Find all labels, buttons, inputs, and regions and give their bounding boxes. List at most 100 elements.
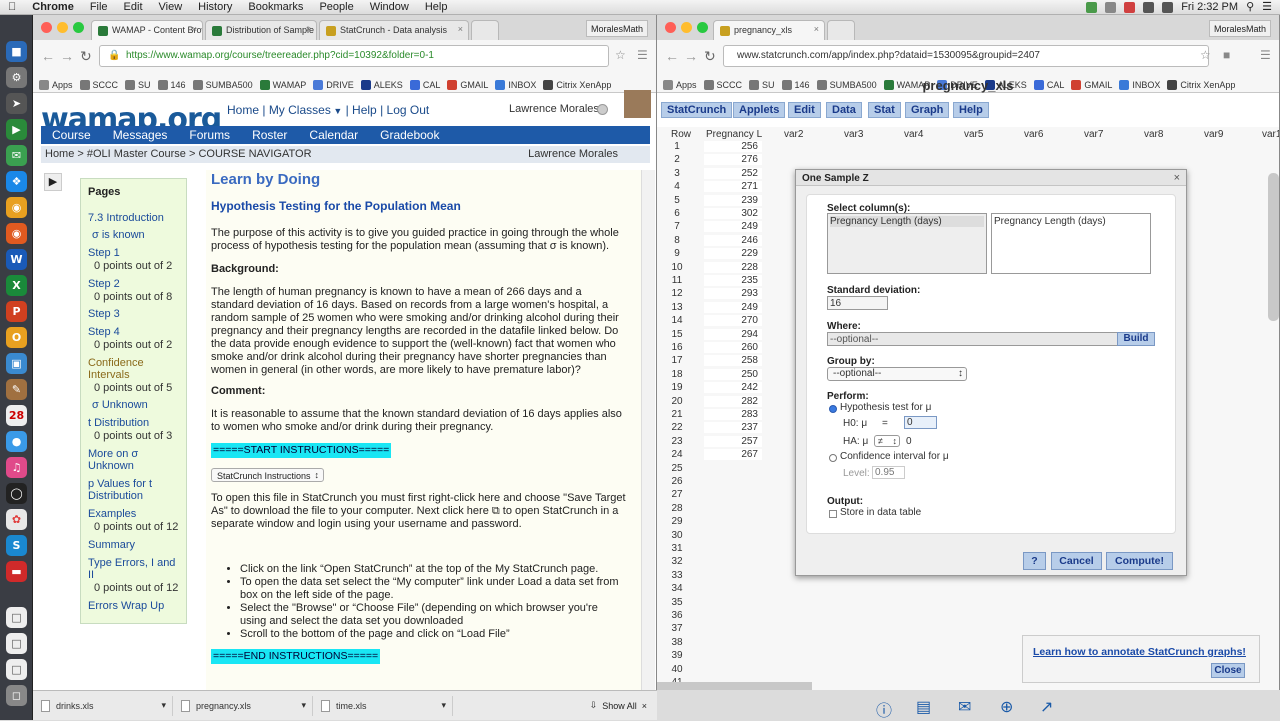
sidebar-item-summary[interactable]: Summary: [88, 539, 135, 551]
close-window-icon[interactable]: [665, 22, 676, 33]
close-icon[interactable]: ×: [642, 701, 647, 711]
calendar-icon[interactable]: 28: [6, 405, 27, 426]
tab-wamap[interactable]: WAMAP - Content Browser×: [91, 20, 203, 40]
caret-down-icon[interactable]: ▾: [301, 700, 312, 711]
trash-icon[interactable]: ◻: [6, 685, 27, 706]
column-header[interactable]: var7: [1084, 129, 1103, 140]
where-input[interactable]: --optional--: [827, 332, 1118, 346]
column-header[interactable]: var4: [904, 129, 923, 140]
apple-icon[interactable]: : [0, 0, 24, 15]
sidebar-item-confidence[interactable]: Confidence: [88, 357, 144, 369]
search-icon[interactable]: ⚲: [1246, 0, 1254, 15]
sidebar-item-more-on-sigma[interactable]: More on σ: [88, 448, 138, 460]
sidebar-item-step3[interactable]: Step 3: [88, 308, 120, 320]
reload-icon[interactable]: ↻: [80, 48, 92, 65]
compute-button[interactable]: Compute!: [1106, 552, 1173, 570]
tray-icon[interactable]: [1105, 2, 1117, 13]
bookmark-aleks[interactable]: ALEKS: [360, 77, 410, 92]
column-header[interactable]: var9: [1204, 129, 1223, 140]
nav-forums[interactable]: Forums: [178, 126, 241, 144]
new-tab-button[interactable]: [827, 20, 855, 40]
minimize-window-icon[interactable]: [57, 22, 68, 33]
menu-edit[interactable]: Edit: [116, 0, 151, 15]
help-link[interactable]: Help: [352, 103, 377, 117]
tip-link[interactable]: Learn how to annotate StatCrunch graphs!: [1033, 646, 1246, 658]
table-cell[interactable]: 250: [704, 368, 762, 380]
bookmark-cal[interactable]: CAL: [409, 77, 448, 92]
table-cell[interactable]: 302: [704, 208, 762, 219]
store-checkbox[interactable]: [829, 510, 837, 518]
my-classes-link[interactable]: My Classes: [269, 103, 331, 117]
table-cell[interactable]: 237: [704, 422, 762, 434]
sidebar-item-t-distribution[interactable]: t Distribution: [88, 417, 149, 429]
close-tab-icon[interactable]: ×: [192, 24, 197, 34]
profile-button[interactable]: MoralesMath: [585, 20, 648, 37]
expand-toggle-icon[interactable]: ▶: [44, 173, 62, 191]
download-item[interactable]: time.xls ▾: [313, 695, 453, 716]
table-cell[interactable]: 246: [704, 234, 762, 246]
info-icon[interactable]: ⓘ: [876, 697, 896, 720]
skype-icon[interactable]: S: [6, 535, 27, 556]
bookmark-sumba500[interactable]: SUMBA500: [192, 77, 260, 92]
breadcrumb-text[interactable]: Home > #OLI Master Course > COURSE NAVIG…: [45, 148, 312, 160]
sidebar-item-errors-wrap-up[interactable]: Errors Wrap Up: [88, 600, 164, 612]
vertical-scrollbar[interactable]: [1268, 173, 1279, 321]
document-icon[interactable]: □: [6, 659, 27, 680]
close-tab-icon[interactable]: ×: [306, 24, 311, 34]
caret-down-icon[interactable]: ▾: [441, 700, 452, 711]
menu-edit[interactable]: Edit: [788, 102, 821, 118]
new-tab-button[interactable]: [471, 20, 499, 40]
nav-gradebook[interactable]: Gradebook: [369, 126, 450, 144]
battery-icon[interactable]: [1162, 2, 1174, 13]
column-header[interactable]: var6: [1024, 129, 1043, 140]
bookmark-drive[interactable]: DRIVE: [313, 77, 361, 92]
confidence-interval-radio[interactable]: [829, 454, 837, 462]
table-cell[interactable]: 252: [704, 167, 762, 179]
download-item[interactable]: pregnancy.xls ▾: [173, 695, 313, 716]
menu-applets[interactable]: Applets: [733, 102, 786, 118]
sidebar-item-intro[interactable]: 7.3 Introduction: [88, 212, 164, 224]
close-tab-icon[interactable]: ×: [814, 24, 819, 34]
column-header[interactable]: var3: [844, 129, 863, 140]
table-cell[interactable]: 249: [704, 301, 762, 313]
zoom-window-icon[interactable]: [73, 22, 84, 33]
bookmark-citrix[interactable]: Citrix XenApp: [543, 77, 618, 92]
table-cell[interactable]: 258: [704, 355, 762, 367]
column-option[interactable]: Pregnancy Length (days): [830, 216, 984, 227]
sidebar-item-sigma-unknown[interactable]: σ Unknown: [92, 399, 148, 411]
document-icon[interactable]: □: [6, 633, 27, 654]
launchpad-icon[interactable]: ➤: [6, 93, 27, 114]
tab-statcrunch[interactable]: StatCrunch - Data analysis ×: [319, 20, 469, 40]
clock[interactable]: Fri 2:32 PM: [1181, 0, 1238, 15]
word-icon[interactable]: W: [6, 249, 27, 270]
list-icon[interactable]: ☰: [1262, 0, 1272, 15]
nav-course[interactable]: Course: [41, 126, 102, 144]
sidebar-item-p-values[interactable]: p Values for t: [88, 478, 152, 490]
menu-people[interactable]: People: [311, 0, 361, 15]
forward-icon[interactable]: →: [684, 48, 698, 64]
column-header[interactable]: var5: [964, 129, 983, 140]
share-icon[interactable]: ↗: [1040, 697, 1060, 716]
menu-bookmarks[interactable]: Bookmarks: [240, 0, 311, 15]
group-by-select[interactable]: --optional-- ↕: [827, 367, 967, 381]
extension-icon[interactable]: ■: [1223, 48, 1230, 62]
menu-graph[interactable]: Graph: [905, 102, 950, 118]
bookmark-sccc[interactable]: SCCC: [79, 77, 126, 92]
columns-selected-list[interactable]: Pregnancy Length (days): [991, 213, 1151, 274]
caret-down-icon[interactable]: ▼: [331, 106, 342, 116]
level-input[interactable]: 0.95: [872, 466, 905, 479]
app-icon[interactable]: ●: [6, 431, 27, 452]
reload-icon[interactable]: ↻: [704, 48, 716, 65]
sidebar-item-step2[interactable]: Step 2: [88, 278, 120, 290]
table-cell[interactable]: 267: [704, 449, 762, 461]
bookmark-apps[interactable]: Apps: [39, 77, 80, 92]
show-all-downloads[interactable]: ⇩ Show All ×: [590, 700, 657, 711]
h0-value-input[interactable]: 0: [904, 416, 937, 429]
ha-operator-select[interactable]: ≠ ↕: [874, 435, 900, 447]
sd-input[interactable]: 16: [827, 296, 888, 310]
messages-icon[interactable]: ✉: [6, 145, 27, 166]
table-cell[interactable]: 283: [704, 409, 762, 420]
table-cell[interactable]: 228: [704, 261, 762, 273]
close-window-icon[interactable]: [41, 22, 52, 33]
forward-icon[interactable]: →: [60, 48, 74, 64]
